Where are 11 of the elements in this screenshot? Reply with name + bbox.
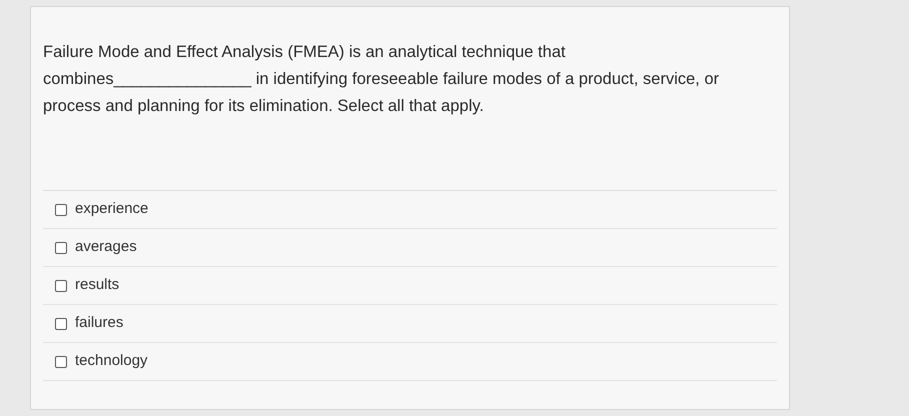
checkbox[interactable] [55,356,67,368]
answer-option[interactable]: results [43,267,777,305]
answer-option[interactable]: technology [43,343,777,381]
checkbox[interactable] [55,280,67,292]
answer-option[interactable]: failures [43,305,777,343]
checkbox[interactable] [55,242,67,254]
answer-option[interactable]: experience [43,191,777,229]
question-text: Failure Mode and Effect Analysis (FMEA) is an analytical technique that combines_______________ in identifying foreseeable failure modes of a product, service, or process and planning for its elimination. Select all that apply. [43,42,720,117]
checkbox[interactable] [55,204,67,216]
checkbox[interactable] [55,318,67,330]
answer-option[interactable]: averages [43,229,777,267]
